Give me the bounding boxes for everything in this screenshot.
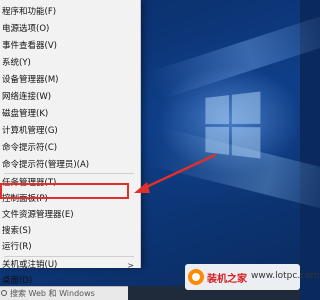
search-icon (1, 290, 7, 296)
watermark-logo-icon (188, 269, 204, 285)
site-watermark: 装机之家 www.lotpc.com (185, 264, 319, 290)
watermark-brand: 装机之家 (207, 274, 247, 285)
search-placeholder: 搜索 Web 和 Windows (10, 289, 95, 298)
annotation-arrow-icon (134, 153, 217, 193)
watermark-domain: www.lotpc.com (251, 271, 320, 281)
taskbar-search-box[interactable]: 搜索 Web 和 Windows (0, 286, 128, 300)
